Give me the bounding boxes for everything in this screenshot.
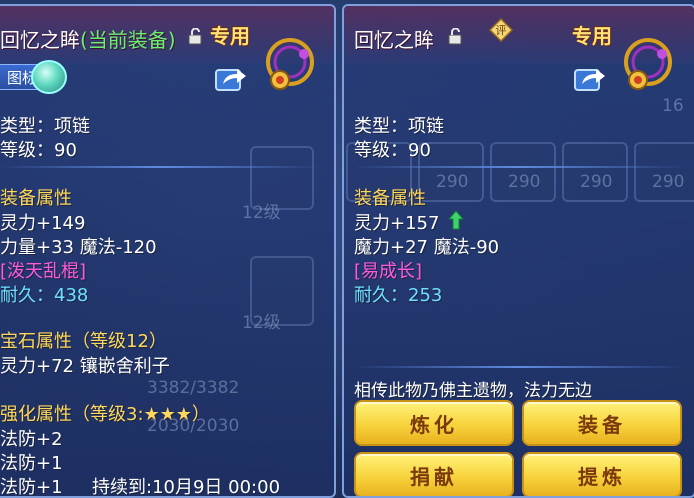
unlock-icon[interactable] (188, 28, 203, 45)
extract-button[interactable]: 提炼 (522, 452, 682, 496)
bg-text: 12级 (242, 203, 281, 223)
special-tag: 专用 (210, 24, 250, 48)
equipped-item-panel: 12级 12级 3382/3382 2030/2030 回忆之眸(当前装备) 专… (0, 4, 336, 498)
durability: 耐久：253 (354, 281, 442, 307)
durability-label: 耐久： (0, 285, 54, 306)
bg-text: 3382/3382 (147, 378, 240, 398)
attr-line: 力量+33 魔法-120 (0, 237, 157, 258)
durability-value: 438 (54, 285, 89, 306)
refine-button[interactable]: 炼化 (354, 400, 514, 446)
bg-text: 290 (436, 172, 469, 192)
attr-line: 灵力+157 (354, 213, 440, 234)
gem-line: 灵力+72 镶嵌舍利子 (0, 356, 170, 377)
arrow-up-icon (448, 210, 464, 230)
item-type: 类型：项链 (0, 116, 90, 137)
item-type: 类型：项链 (354, 116, 444, 137)
attr-line: 魔力+27 魔法-90 (354, 237, 500, 258)
durability-label: 耐久： (354, 285, 408, 306)
bg-text: 290 (652, 172, 685, 192)
item-name: 回忆之眸 (0, 28, 80, 52)
attr-line: 灵力+149 (0, 213, 86, 234)
enhance-line: 法防+1 (0, 453, 63, 474)
equip-attr-header: 装备属性 (0, 188, 72, 209)
special-tag: 专用 (572, 24, 612, 48)
item-level: 等级：90 (354, 140, 431, 161)
equipped-tag: (当前装备) (80, 28, 176, 52)
item-name: 回忆之眸 (354, 28, 434, 52)
necklace-icon (624, 38, 672, 90)
svg-text:评: 评 (496, 24, 507, 37)
icon-orb[interactable] (31, 60, 67, 94)
unlock-icon[interactable] (448, 28, 463, 45)
enhance-line: 法防+2 (0, 429, 63, 450)
equip-attr-header: 装备属性 (354, 188, 426, 209)
item-level: 等级：90 (0, 140, 77, 161)
durability: 耐久：438 (0, 281, 88, 307)
enhance-line: 法防+1 (0, 477, 63, 498)
enchant-name: [泼天乱棍] (0, 261, 87, 282)
share-icon[interactable] (574, 64, 606, 92)
item-description: 相传此物乃佛主遗物，法力无边 (354, 381, 592, 401)
bg-text: 16 (662, 96, 684, 116)
divider (354, 366, 684, 368)
enhance-header: 强化属性（等级3:★★★） (0, 404, 210, 425)
item-title: 回忆之眸(当前装备) (0, 24, 176, 53)
duration: 持续到:10月9日 00:00 (92, 477, 281, 498)
durability-value: 253 (408, 285, 443, 306)
gem-header: 宝石属性（等级12） (0, 327, 167, 353)
bg-text: 12级 (242, 313, 281, 333)
donate-button[interactable]: 捐献 (354, 452, 514, 496)
equip-button[interactable]: 装备 (522, 400, 682, 446)
bg-text: 290 (580, 172, 613, 192)
gem-header-text: 宝石属性（等级12） (0, 331, 167, 352)
share-icon[interactable] (215, 64, 247, 92)
compare-item-panel: 290 290 290 290 16 回忆之眸 专用 类型：项链 等级：90 装… (342, 4, 694, 498)
bg-text: 290 (508, 172, 541, 192)
divider (0, 166, 320, 168)
divider (354, 166, 684, 168)
rating-icon[interactable]: 评 (489, 18, 513, 42)
enchant-name: [易成长] (354, 261, 423, 282)
necklace-icon (266, 38, 314, 90)
